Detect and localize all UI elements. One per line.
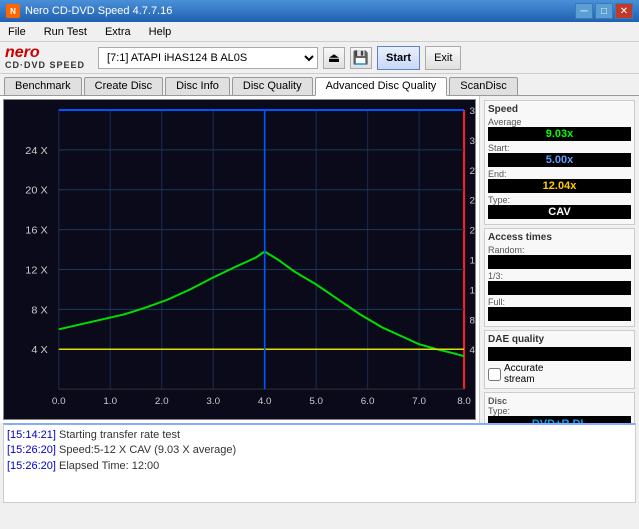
access-times-section: Access times Random: 1/3: Full: <box>484 228 635 327</box>
start-value: 5.00x <box>488 153 631 167</box>
tab-disc-info[interactable]: Disc Info <box>165 77 230 95</box>
accurate-stream-checkbox[interactable] <box>488 368 501 381</box>
one-third-value <box>488 281 631 295</box>
menu-help[interactable]: Help <box>145 25 176 39</box>
toolbar: nero CD·DVD SPEED [7:1] ATAPI iHAS124 B … <box>0 42 639 74</box>
start-label: Start: <box>488 143 631 153</box>
dae-value <box>488 347 631 361</box>
svg-text:24: 24 <box>470 195 475 205</box>
log-timestamp-1: [15:14:21] <box>7 429 56 441</box>
tab-benchmark[interactable]: Benchmark <box>4 77 82 95</box>
svg-text:6.0: 6.0 <box>361 395 375 405</box>
window-controls[interactable]: ─ □ ✕ <box>575 3 633 19</box>
app-icon: N <box>6 4 20 18</box>
svg-text:28: 28 <box>470 165 475 175</box>
access-times-title: Access times <box>488 232 631 243</box>
svg-text:2.0: 2.0 <box>155 395 169 405</box>
side-panel: Speed Average 9.03x Start: 5.00x End: 12… <box>479 96 639 423</box>
svg-text:20 X: 20 X <box>25 186 48 196</box>
window-title: Nero CD-DVD Speed 4.7.7.16 <box>25 5 172 17</box>
nero-sub-text: CD·DVD SPEED <box>5 61 85 70</box>
close-button[interactable]: ✕ <box>615 3 633 19</box>
svg-text:8 X: 8 X <box>31 306 47 316</box>
tab-bar: Benchmark Create Disc Disc Info Disc Qua… <box>0 74 639 96</box>
log-timestamp-3: [15:26:20] <box>7 460 56 472</box>
title-bar-left: N Nero CD-DVD Speed 4.7.7.16 <box>6 4 172 18</box>
disc-type-value: DVD+R DL <box>488 416 631 423</box>
log-line-1: [15:14:21] Starting transfer rate test <box>7 428 632 443</box>
menu-extra[interactable]: Extra <box>101 25 135 39</box>
dae-title: DAE quality <box>488 334 631 345</box>
end-label: End: <box>488 169 631 179</box>
log-line-2: [15:26:20] Speed:5-12 X CAV (9.03 X aver… <box>7 443 632 458</box>
svg-text:1.0: 1.0 <box>103 395 117 405</box>
svg-text:4.0: 4.0 <box>258 395 272 405</box>
type-label: Type: <box>488 195 631 205</box>
nero-logo-text: nero <box>5 45 85 61</box>
tab-scan-disc[interactable]: ScanDisc <box>449 77 517 95</box>
svg-text:4 X: 4 X <box>31 346 47 356</box>
average-value: 9.03x <box>488 127 631 141</box>
log-text-2: Speed:5-12 X CAV (9.03 X average) <box>59 444 236 456</box>
eject-icon[interactable]: ⏏ <box>323 47 345 69</box>
save-icon[interactable]: 💾 <box>350 47 372 69</box>
svg-text:0.0: 0.0 <box>52 395 66 405</box>
minimize-button[interactable]: ─ <box>575 3 593 19</box>
svg-text:20: 20 <box>470 225 475 235</box>
menu-run-test[interactable]: Run Test <box>40 25 91 39</box>
log-area: [15:14:21] Starting transfer rate test [… <box>3 423 636 503</box>
svg-text:12: 12 <box>470 285 475 295</box>
menu-bar: File Run Test Extra Help <box>0 22 639 42</box>
random-label: Random: <box>488 245 631 255</box>
drive-selector[interactable]: [7:1] ATAPI iHAS124 B AL0S <box>98 47 318 69</box>
full-value <box>488 307 631 321</box>
random-value <box>488 255 631 269</box>
svg-text:32: 32 <box>470 135 475 145</box>
start-button[interactable]: Start <box>377 46 420 70</box>
svg-text:5.0: 5.0 <box>309 395 323 405</box>
log-timestamp-2: [15:26:20] <box>7 444 56 456</box>
speed-title: Speed <box>488 104 631 115</box>
dae-section: DAE quality Accuratestream <box>484 330 635 389</box>
nero-logo: nero CD·DVD SPEED <box>5 45 85 70</box>
tab-create-disc[interactable]: Create Disc <box>84 77 163 95</box>
average-label: Average <box>488 117 631 127</box>
one-third-label: 1/3: <box>488 271 631 281</box>
disc-section: Disc Type: DVD+R DL Length: 7.96 GB <box>484 392 635 423</box>
svg-text:24 X: 24 X <box>25 146 48 156</box>
title-bar: N Nero CD-DVD Speed 4.7.7.16 ─ □ ✕ <box>0 0 639 22</box>
log-text-3: Elapsed Time: 12:00 <box>59 460 159 472</box>
svg-text:12 X: 12 X <box>25 266 48 276</box>
tab-disc-quality[interactable]: Disc Quality <box>232 77 313 95</box>
chart-area: 4 X 8 X 12 X 16 X 20 X 24 X 4 8 12 16 20… <box>3 99 476 420</box>
speed-section: Speed Average 9.03x Start: 5.00x End: 12… <box>484 100 635 225</box>
type-value: CAV <box>488 205 631 219</box>
menu-file[interactable]: File <box>4 25 30 39</box>
log-text-1: Starting transfer rate test <box>59 429 180 441</box>
log-line-3: [15:26:20] Elapsed Time: 12:00 <box>7 459 632 474</box>
tab-advanced-disc-quality[interactable]: Advanced Disc Quality <box>315 77 448 96</box>
svg-text:16: 16 <box>470 255 475 265</box>
accurate-label: Accuratestream <box>504 363 543 385</box>
chart-svg: 4 X 8 X 12 X 16 X 20 X 24 X 4 8 12 16 20… <box>4 100 475 419</box>
svg-text:36: 36 <box>470 105 475 115</box>
svg-text:16 X: 16 X <box>25 226 48 236</box>
svg-text:4: 4 <box>470 345 475 355</box>
disc-type-label: Type: <box>488 406 631 416</box>
main-content: 4 X 8 X 12 X 16 X 20 X 24 X 4 8 12 16 20… <box>0 96 639 423</box>
svg-text:3.0: 3.0 <box>206 395 220 405</box>
full-label: Full: <box>488 297 631 307</box>
disc-title: Disc <box>488 396 631 406</box>
end-value: 12.04x <box>488 179 631 193</box>
maximize-button[interactable]: □ <box>595 3 613 19</box>
svg-text:7.0: 7.0 <box>412 395 426 405</box>
exit-button[interactable]: Exit <box>425 46 461 70</box>
svg-text:8: 8 <box>470 315 475 325</box>
svg-text:8.0: 8.0 <box>457 395 471 405</box>
accurate-stream-row: Accuratestream <box>488 363 631 385</box>
